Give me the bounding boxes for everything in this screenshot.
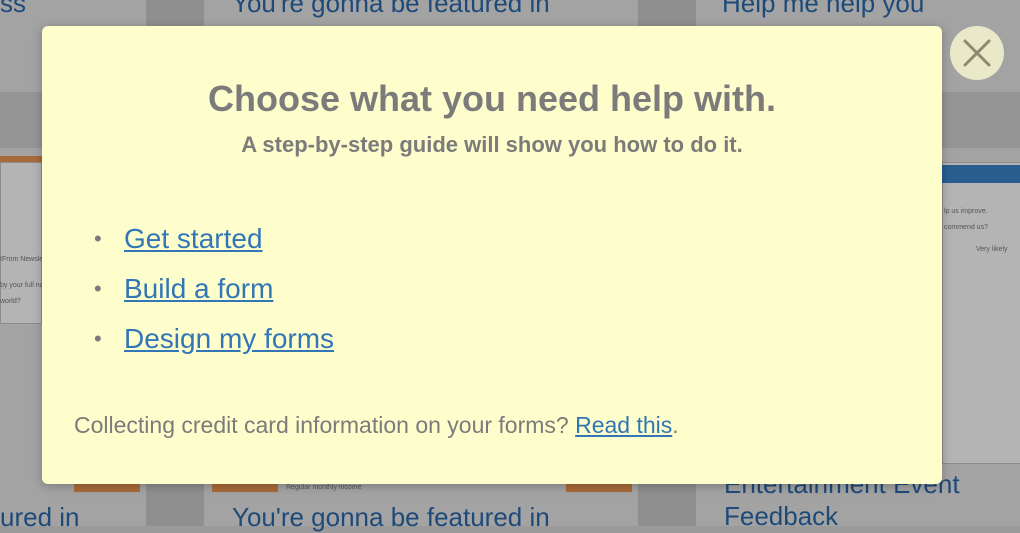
read-this-link[interactable]: Read this (575, 412, 672, 438)
list-item: • Get started (94, 216, 334, 266)
thumb-text: tFrom Newslet (0, 256, 46, 263)
credit-card-note-text: Collecting credit card information on yo… (74, 412, 569, 438)
list-item: • Design my forms (94, 316, 334, 366)
close-icon (963, 39, 991, 67)
thumb-text: commend us? (944, 224, 988, 231)
card-title[interactable]: ss (0, 0, 26, 19)
thumb-accent (74, 484, 140, 492)
thumb-text: world? (0, 298, 21, 305)
design-my-forms-link[interactable]: Design my forms (124, 323, 334, 354)
card-title[interactable]: You're gonna be featured in (232, 0, 550, 19)
close-button[interactable] (950, 26, 1004, 80)
bullet-icon: • (94, 326, 102, 351)
footer-period: . (672, 412, 679, 438)
modal-title: Choose what you need help with. (207, 78, 777, 119)
bullet-icon: • (94, 226, 102, 251)
thumb-text: Very likely (976, 246, 1008, 253)
build-a-form-link[interactable]: Build a form (124, 273, 273, 304)
list-item: • Build a form (94, 266, 334, 316)
modal-subtitle: A step-by-step guide will show you how t… (241, 132, 743, 157)
credit-card-note: Collecting credit card information on yo… (74, 412, 679, 439)
thumb-header (942, 165, 1020, 183)
help-topic-list: • Get started • Build a form • Design my… (94, 216, 334, 366)
thumb-text: lp us improve. (944, 208, 988, 215)
card-title[interactable]: Help me help you (722, 0, 924, 19)
thumb-accent (212, 484, 278, 492)
thumb-text: Regular monthly income (286, 484, 362, 491)
get-started-link[interactable]: Get started (124, 223, 263, 254)
help-modal: Choose what you need help with. A step-b… (42, 26, 942, 484)
card-title[interactable]: ured in (0, 502, 80, 533)
thumb-accent (566, 484, 632, 492)
card-title[interactable]: You're gonna be featured in (232, 502, 550, 533)
bullet-icon: • (94, 276, 102, 301)
thumb-text: by your full na (0, 282, 44, 289)
